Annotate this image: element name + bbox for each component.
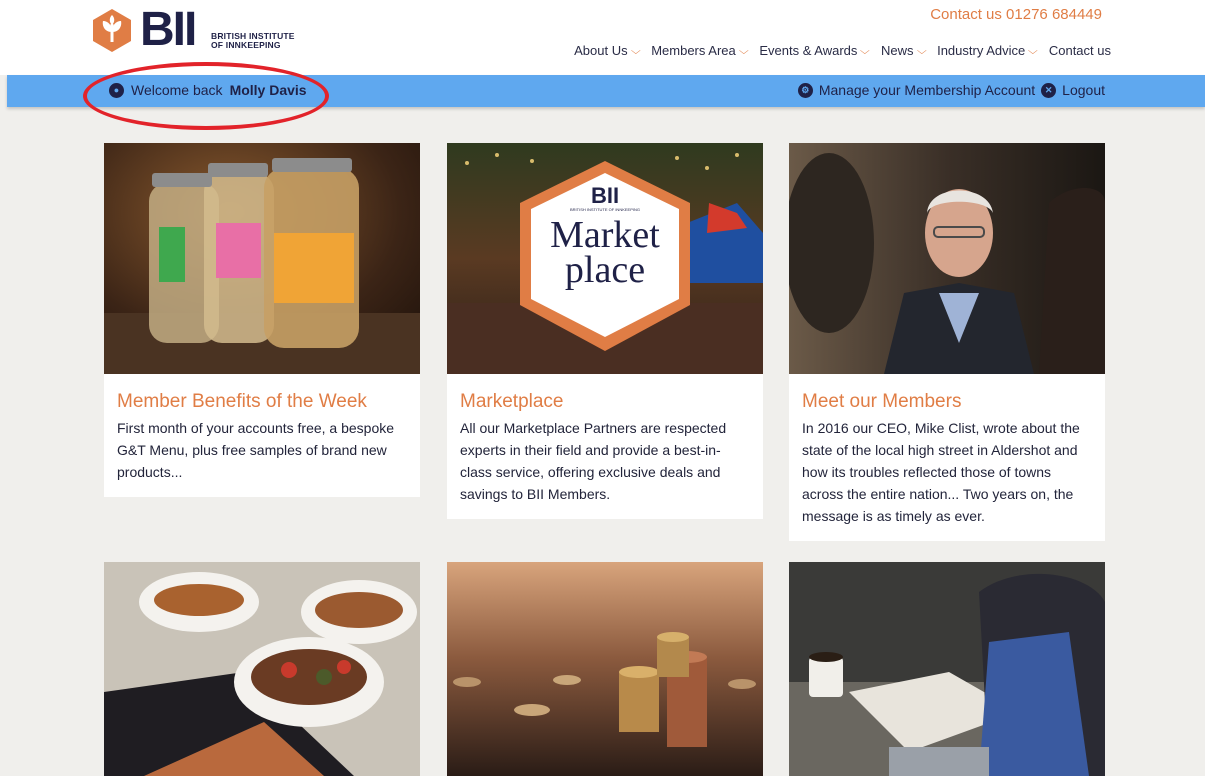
nav-events-awards[interactable]: Events & Awards ⌵ [759,43,871,58]
welcome-message: ● Welcome back Molly Davis [109,82,307,98]
nav-news[interactable]: News ⌵ [881,43,927,58]
nav-members-area[interactable]: Members Area ⌵ [651,43,749,58]
nav-industry-advice[interactable]: Industry Advice ⌵ [937,43,1038,58]
gear-icon: ⚙ [797,82,813,98]
logo-wordmark: BII [140,3,197,56]
card-office-work[interactable] [789,562,1105,776]
marketplace-logo-subtitle: BRITISH INSTITUTE OF INNKEEPING [569,207,640,212]
card-meet-our-members[interactable]: Meet our Members In 2016 our CEO, Mike C… [789,143,1105,541]
nav-contact-us[interactable]: Contact us [1049,43,1111,58]
chevron-down-icon: ⌵ [860,45,871,57]
card-text: First month of your accounts free, a bes… [117,420,395,480]
card-text: In 2016 our CEO, Mike Clist, wrote about… [802,420,1080,524]
card-title[interactable]: Member Benefits of the Week [117,391,407,413]
account-links: ⚙ Manage your Membership Account ✕ Logou… [797,82,1105,98]
bii-logo[interactable]: BII BRITISH INSTITUTE OF INNKEEPING [90,4,310,56]
card-image-coins [447,562,763,776]
card-image-nut-jars [104,143,420,374]
marketplace-word-market: Market [550,214,660,256]
site-header: BII BRITISH INSTITUTE OF INNKEEPING Cont… [0,0,1205,75]
marketplace-word-place: place [564,249,646,291]
chevron-down-icon: ⌵ [630,45,641,57]
hop-leaf-logo-icon [93,9,131,52]
chevron-down-icon: ⌵ [916,45,927,57]
card-title[interactable]: Meet our Members [802,391,1092,413]
marketplace-logo-text: BII [590,183,620,208]
card-conference-food[interactable] [104,562,420,776]
card-image-members [789,143,1105,374]
user-name: Molly Davis [229,82,307,98]
main-nav: About Us ⌵ Members Area ⌵ Events & Awards ⌵… [574,43,1111,58]
card-image-office-work [789,562,1105,776]
member-bar: ● Welcome back Molly Davis ⚙ Manage your… [7,75,1205,107]
manage-membership-link[interactable]: Manage your Membership Account [819,82,1035,98]
chevron-down-icon: ⌵ [1028,45,1038,57]
header-contact-phone[interactable]: Contact us 01276 684449 [930,6,1102,23]
user-icon: ● [109,82,124,98]
logo-subtitle: BRITISH INSTITUTE OF INNKEEPING [211,31,295,50]
card-title[interactable]: Marketplace [460,391,750,413]
nav-about-us[interactable]: About Us ⌵ [574,43,641,58]
logout-link[interactable]: Logout [1062,82,1105,98]
card-coins[interactable] [447,562,763,776]
card-text: All our Marketplace Partners are respect… [460,420,727,502]
card-member-benefits[interactable]: Member Benefits of the Week First month … [104,143,420,497]
chevron-down-icon: ⌵ [738,45,749,57]
card-image-marketplace: BII BRITISH INSTITUTE OF INNKEEPING Mark… [447,143,763,374]
card-marketplace[interactable]: BII BRITISH INSTITUTE OF INNKEEPING Mark… [447,143,763,519]
logout-icon: ✕ [1041,82,1057,98]
card-image-conference-food [104,562,420,776]
